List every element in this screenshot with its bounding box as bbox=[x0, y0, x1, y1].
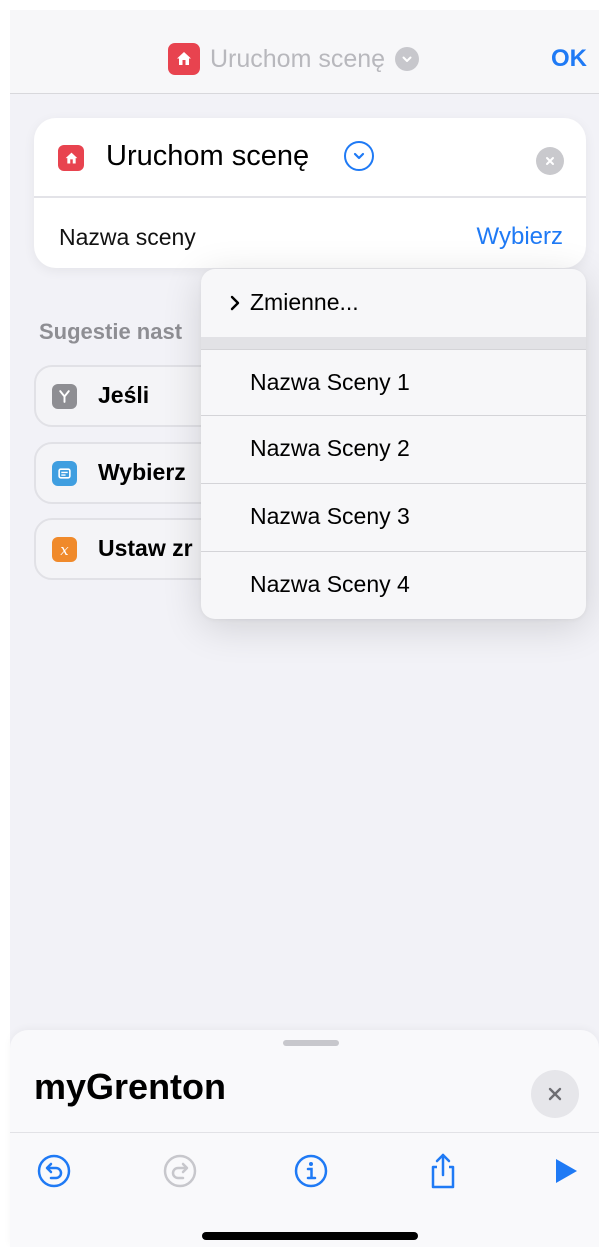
branch-icon bbox=[52, 384, 77, 409]
menu-item-variables[interactable]: Zmienne... bbox=[201, 269, 586, 337]
shortcut-name[interactable]: myGrenton bbox=[34, 1066, 226, 1108]
remove-action-icon[interactable] bbox=[536, 147, 564, 175]
share-icon[interactable] bbox=[423, 1151, 463, 1191]
redo-icon[interactable] bbox=[160, 1151, 200, 1191]
info-icon[interactable] bbox=[291, 1151, 331, 1191]
navigation-bar: Uruchom scenę OK bbox=[10, 10, 599, 94]
menu-separator bbox=[201, 337, 586, 349]
menu-item-scene-2[interactable]: Nazwa Sceny 2 bbox=[201, 415, 586, 483]
suggestion-label: Ustaw zr bbox=[98, 535, 193, 561]
menu-item-scene-1[interactable]: Nazwa Sceny 1 bbox=[201, 349, 586, 417]
suggestions-heading: Sugestie nast bbox=[39, 319, 183, 344]
scene-name-label: Nazwa sceny bbox=[59, 224, 196, 250]
scene-picker-menu: Zmienne... Nazwa Sceny 1 Nazwa Sceny 2 N… bbox=[201, 269, 586, 619]
chevron-right-icon bbox=[230, 295, 240, 311]
close-icon[interactable] bbox=[531, 1070, 579, 1118]
expand-chevron-icon[interactable] bbox=[344, 141, 374, 171]
play-icon[interactable] bbox=[545, 1151, 585, 1191]
editor-toolbar bbox=[10, 1132, 599, 1247]
home-app-icon bbox=[168, 43, 200, 75]
choose-scene-button[interactable]: Wybierz bbox=[477, 223, 563, 251]
home-app-icon bbox=[58, 145, 84, 171]
nav-title-button[interactable]: Uruchom scenę bbox=[168, 43, 420, 75]
ok-button[interactable]: OK bbox=[551, 45, 587, 73]
menu-item-scene-3[interactable]: Nazwa Sceny 3 bbox=[201, 483, 586, 551]
suggestion-label: Jeśli bbox=[98, 382, 150, 408]
menu-item-label: Nazwa Sceny 2 bbox=[250, 435, 410, 461]
action-title: Uruchom scenę bbox=[106, 140, 310, 172]
menu-item-label: Nazwa Sceny 4 bbox=[250, 571, 410, 597]
menu-item-label: Nazwa Sceny 3 bbox=[250, 503, 410, 529]
action-header: Uruchom scenę bbox=[34, 118, 586, 198]
chevron-down-icon bbox=[395, 47, 420, 71]
home-indicator bbox=[202, 1232, 418, 1240]
menu-list-icon bbox=[52, 461, 77, 486]
menu-item-label: Zmienne... bbox=[250, 289, 359, 315]
undo-icon[interactable] bbox=[34, 1151, 74, 1191]
menu-item-label: Nazwa Sceny 1 bbox=[250, 369, 410, 395]
shortcut-sheet: myGrenton bbox=[10, 1030, 599, 1247]
variable-x-icon: x bbox=[52, 537, 77, 562]
menu-item-scene-4[interactable]: Nazwa Sceny 4 bbox=[201, 551, 586, 619]
nav-title: Uruchom scenę bbox=[210, 44, 386, 73]
suggestion-label: Wybierz bbox=[98, 459, 186, 485]
action-card: Uruchom scenę Nazwa sceny Wybierz bbox=[34, 118, 586, 268]
sheet-grabber[interactable] bbox=[283, 1040, 339, 1046]
shortcut-editor-screen: Uruchom scenę OK Uruchom scenę Nazwa sce… bbox=[10, 10, 599, 1247]
